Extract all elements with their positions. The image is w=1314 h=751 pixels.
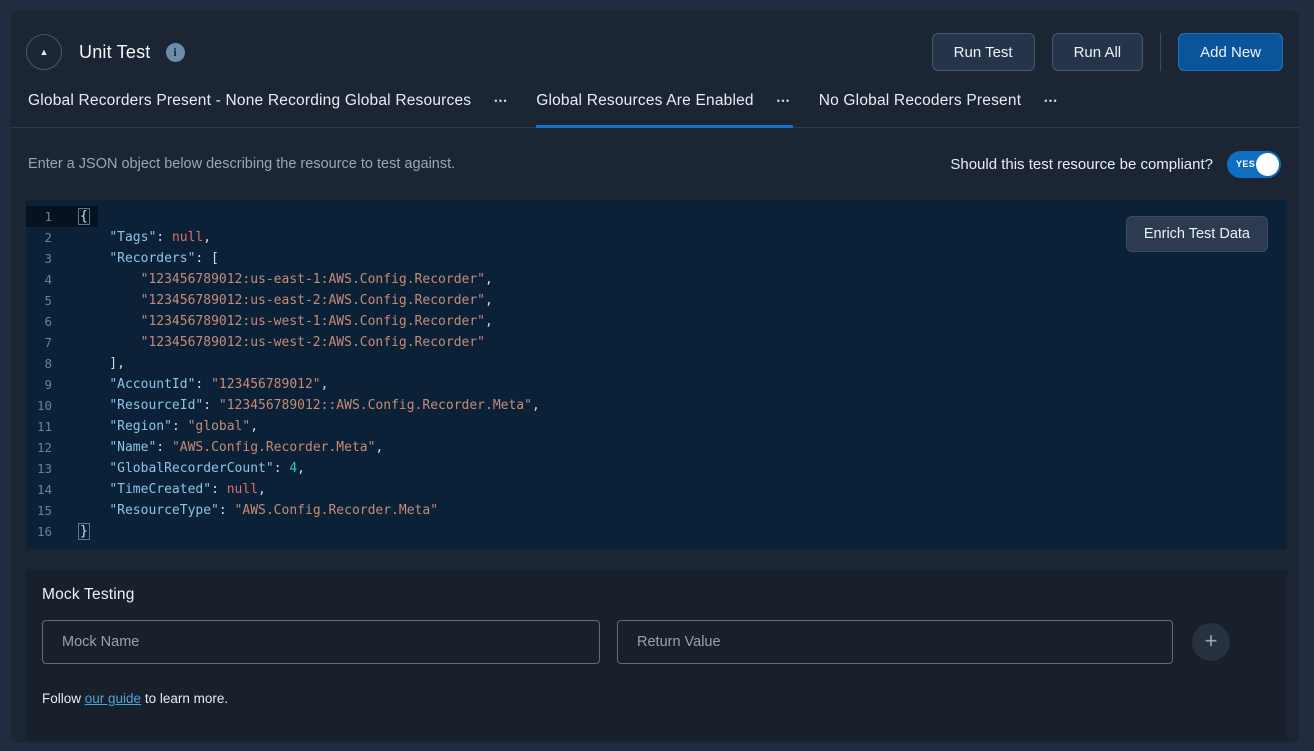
run-all-button[interactable]: Run All xyxy=(1052,33,1144,71)
code-content: "Recorders": [ xyxy=(62,248,219,269)
code-content: "Region": "global", xyxy=(62,416,258,437)
code-content: "123456789012:us-west-1:AWS.Config.Recor… xyxy=(62,311,493,332)
line-number: 15 xyxy=(26,500,62,521)
line-number: 5 xyxy=(26,290,62,311)
code-line-14[interactable]: 14 "TimeCreated": null, xyxy=(26,479,1287,500)
code-content: } xyxy=(62,521,90,542)
code-line-13[interactable]: 13 "GlobalRecorderCount": 4, xyxy=(26,458,1287,479)
tab-no-global-recoders-present[interactable]: No Global Recoders Present ••• xyxy=(819,74,1060,127)
line-number: 14 xyxy=(26,479,62,500)
tab-global-recorders-present-none-recording-global-resources[interactable]: Global Recorders Present - None Recordin… xyxy=(28,74,510,127)
code-content: "Tags": null, xyxy=(62,227,211,248)
line-number: 10 xyxy=(26,395,62,416)
code-line-8[interactable]: 8 ], xyxy=(26,353,1287,374)
line-number: 13 xyxy=(26,458,62,479)
footer-text-prefix: Follow xyxy=(42,691,85,706)
code-content: "AccountId": "123456789012", xyxy=(62,374,328,395)
code-content: "GlobalRecorderCount": 4, xyxy=(62,458,305,479)
enrich-test-data-button[interactable]: Enrich Test Data xyxy=(1126,216,1268,252)
tabs: Global Recorders Present - None Recordin… xyxy=(10,74,1299,128)
line-number: 8 xyxy=(26,353,62,374)
compliant-control: Should this test resource be compliant? … xyxy=(950,151,1281,178)
code-content: "123456789012:us-west-2:AWS.Config.Recor… xyxy=(62,332,485,353)
line-number: 4 xyxy=(26,269,62,290)
add-new-button[interactable]: Add New xyxy=(1178,33,1283,71)
collapse-arrow-icon: ▲ xyxy=(40,48,49,57)
mock-footer: Follow our guide to learn more. xyxy=(42,691,1271,706)
mock-testing-section: Mock Testing + Follow our guide to learn… xyxy=(26,570,1287,740)
code-line-1[interactable]: 1{ xyxy=(26,206,1287,227)
line-number: 11 xyxy=(26,416,62,437)
code-line-7[interactable]: 7 "123456789012:us-west-2:AWS.Config.Rec… xyxy=(26,332,1287,353)
toggle-state-label: YES xyxy=(1236,159,1255,169)
header: ▲ Unit Test i Run Test Run All Add New xyxy=(10,10,1299,74)
code-line-2[interactable]: 2 "Tags": null, xyxy=(26,227,1287,248)
code-lines: 1{2 "Tags": null,3 "Recorders": [4 "1234… xyxy=(26,206,1287,542)
code-line-6[interactable]: 6 "123456789012:us-west-1:AWS.Config.Rec… xyxy=(26,311,1287,332)
code-content: "123456789012:us-east-1:AWS.Config.Recor… xyxy=(62,269,493,290)
instruction-text: Enter a JSON object below describing the… xyxy=(28,156,455,172)
line-number: 16 xyxy=(26,521,62,542)
line-number: 6 xyxy=(26,311,62,332)
tab-menu-icon[interactable]: ••• xyxy=(1042,92,1060,110)
code-line-15[interactable]: 15 "ResourceType": "AWS.Config.Recorder.… xyxy=(26,500,1287,521)
tab-label: Global Resources Are Enabled xyxy=(536,92,754,110)
tab-label: Global Recorders Present - None Recordin… xyxy=(28,92,471,110)
add-mock-button[interactable]: + xyxy=(1192,623,1230,661)
line-number: 1 xyxy=(26,206,62,227)
tab-global-resources-are-enabled[interactable]: Global Resources Are Enabled ••• xyxy=(536,74,793,127)
guide-link[interactable]: our guide xyxy=(85,691,141,706)
line-number: 12 xyxy=(26,437,62,458)
run-test-button[interactable]: Run Test xyxy=(932,33,1035,71)
code-line-11[interactable]: 11 "Region": "global", xyxy=(26,416,1287,437)
code-content: { xyxy=(62,206,90,227)
compliant-toggle[interactable]: YES xyxy=(1227,151,1281,178)
code-line-16[interactable]: 16} xyxy=(26,521,1287,542)
compliant-prompt: Should this test resource be compliant? xyxy=(950,156,1213,173)
line-number: 3 xyxy=(26,248,62,269)
config-row: Enter a JSON object below describing the… xyxy=(10,128,1299,200)
collapse-button[interactable]: ▲ xyxy=(26,34,62,70)
code-line-4[interactable]: 4 "123456789012:us-east-1:AWS.Config.Rec… xyxy=(26,269,1287,290)
code-content: "ResourceType": "AWS.Config.Recorder.Met… xyxy=(62,500,438,521)
return-value-input[interactable] xyxy=(617,620,1173,664)
code-content: ], xyxy=(62,353,125,374)
code-line-9[interactable]: 9 "AccountId": "123456789012", xyxy=(26,374,1287,395)
tab-menu-icon[interactable]: ••• xyxy=(492,92,510,110)
code-line-5[interactable]: 5 "123456789012:us-east-2:AWS.Config.Rec… xyxy=(26,290,1287,311)
json-code-editor[interactable]: 1{2 "Tags": null,3 "Recorders": [4 "1234… xyxy=(26,200,1287,549)
info-icon[interactable]: i xyxy=(166,43,185,62)
tab-menu-icon[interactable]: ••• xyxy=(775,92,793,110)
line-number: 9 xyxy=(26,374,62,395)
line-number: 2 xyxy=(26,227,62,248)
code-line-10[interactable]: 10 "ResourceId": "123456789012::AWS.Conf… xyxy=(26,395,1287,416)
line-number: 7 xyxy=(26,332,62,353)
header-divider xyxy=(1160,33,1161,71)
code-content: "TimeCreated": null, xyxy=(62,479,266,500)
unit-test-panel: ▲ Unit Test i Run Test Run All Add New G… xyxy=(10,10,1299,743)
mock-input-row: + xyxy=(42,620,1271,664)
code-line-3[interactable]: 3 "Recorders": [ xyxy=(26,248,1287,269)
plus-icon: + xyxy=(1205,630,1218,652)
mock-name-input[interactable] xyxy=(42,620,600,664)
mock-testing-heading: Mock Testing xyxy=(42,586,1271,604)
page-title: Unit Test xyxy=(79,42,151,63)
toggle-knob[interactable] xyxy=(1256,153,1279,176)
code-line-12[interactable]: 12 "Name": "AWS.Config.Recorder.Meta", xyxy=(26,437,1287,458)
code-content: "Name": "AWS.Config.Recorder.Meta", xyxy=(62,437,383,458)
footer-text-suffix: to learn more. xyxy=(141,691,228,706)
tab-label: No Global Recoders Present xyxy=(819,92,1022,110)
code-content: "ResourceId": "123456789012::AWS.Config.… xyxy=(62,395,540,416)
code-content: "123456789012:us-east-2:AWS.Config.Recor… xyxy=(62,290,493,311)
